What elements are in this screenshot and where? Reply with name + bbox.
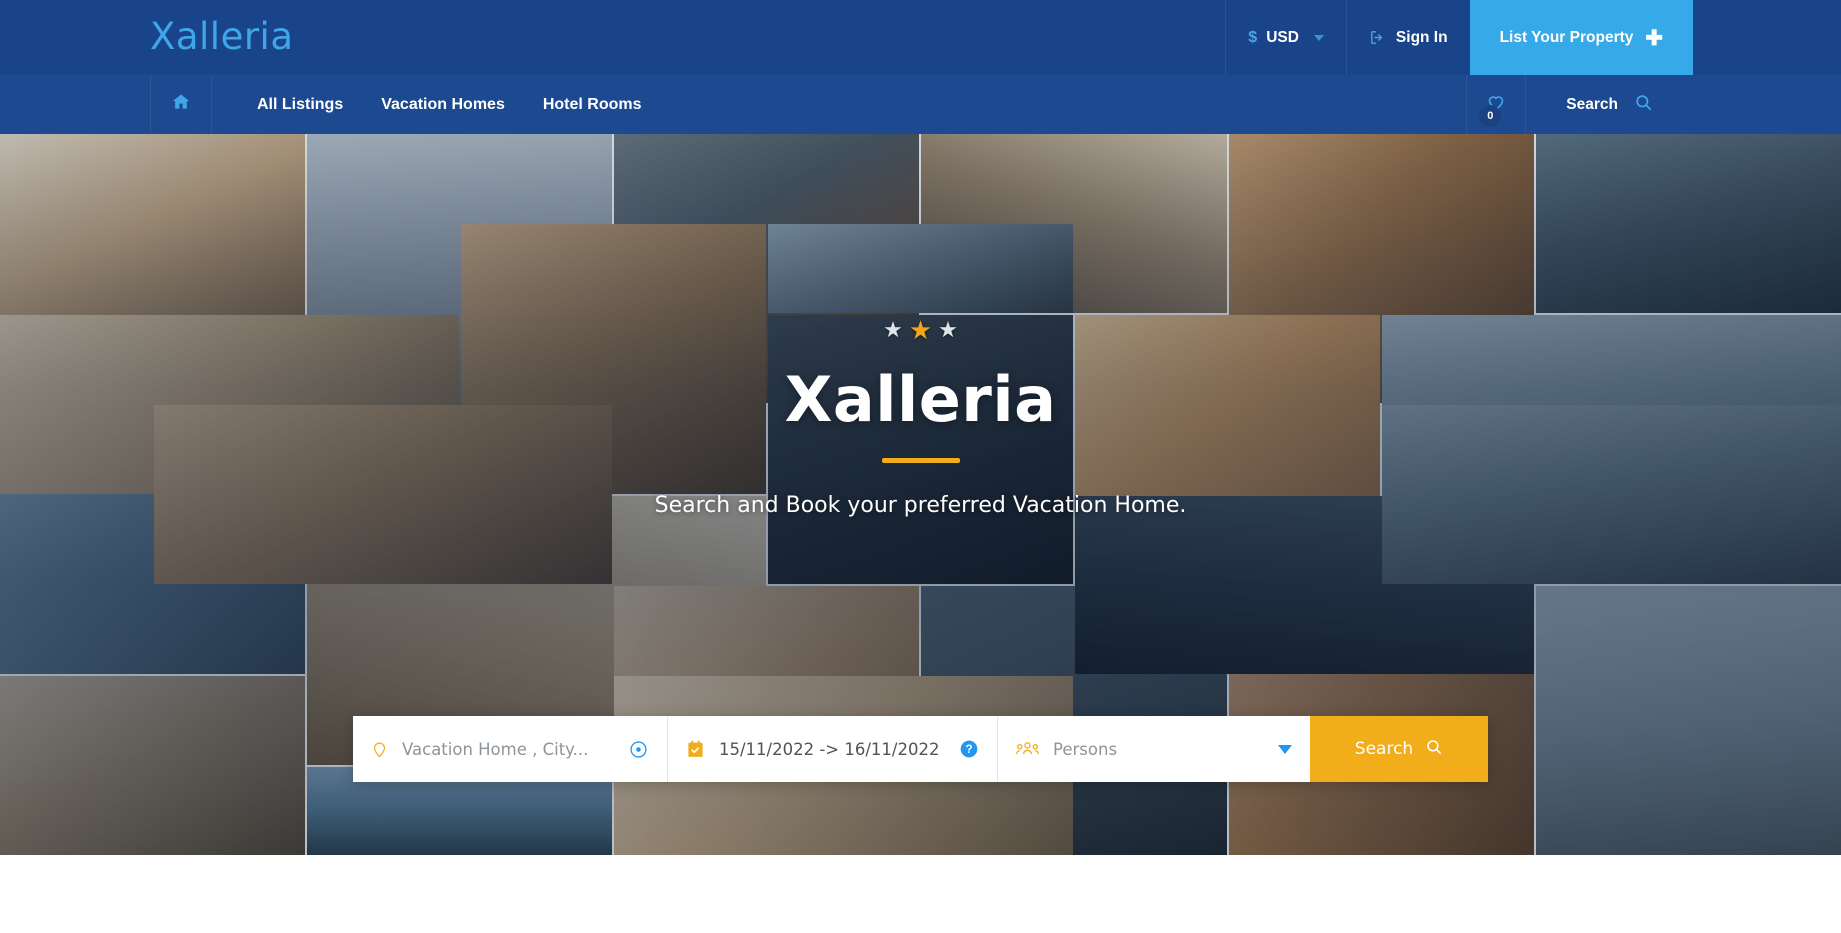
nav-link-hotel-rooms[interactable]: Hotel Rooms [524,75,661,134]
nav-link-vacation-homes[interactable]: Vacation Homes [362,75,524,134]
plus-icon: ✚ [1645,27,1663,50]
persons-select[interactable]: Persons [1053,740,1117,759]
list-property-label: List Your Property [1499,28,1634,46]
nav-bar: All Listings Vacation Homes Hotel Rooms … [0,75,1841,134]
star-icon: ★ [883,317,903,342]
nav-links: All Listings Vacation Homes Hotel Rooms [212,75,661,134]
nav-left-pad [0,75,150,134]
star-icon: ★ [938,317,958,342]
hero-section: ★ ★ ★ Xalleria Search and Book your pref… [0,134,1841,855]
below-fold-section [0,855,1841,933]
crosshair-locate-icon[interactable] [628,739,649,760]
sign-in-label: Sign In [1395,28,1448,46]
nav-search-label: Search [1566,95,1618,113]
question-circle-icon[interactable]: ? [959,739,979,759]
nav-home-button[interactable] [150,75,212,134]
map-pin-icon [371,739,388,760]
favorites-button[interactable]: 0 [1466,75,1527,134]
people-group-icon [1016,740,1039,758]
topbar-end-pad [1693,0,1841,75]
destination-field[interactable]: Vacation Home , City... [353,716,668,782]
star-icon: ★ [908,315,933,345]
svg-text:?: ? [965,743,972,756]
hero-title-underline [881,458,960,463]
search-widget: Vacation Home , City... 15/11/2022 -> 16… [353,716,1488,782]
list-your-property-button[interactable]: List Your Property ✚ [1469,0,1693,75]
search-icon [1425,738,1443,761]
sign-in-button[interactable]: Sign In [1345,0,1470,75]
nav-right-pad [1693,75,1841,134]
date-range-value[interactable]: 15/11/2022 -> 16/11/2022 [719,740,939,759]
calendar-check-icon [686,739,705,759]
destination-input[interactable]: Vacation Home , City... [402,740,588,759]
currency-label: USD [1266,28,1299,46]
brand-area [0,0,150,75]
sign-in-icon [1369,29,1386,46]
persons-field[interactable]: Persons [998,716,1310,782]
currency-selector[interactable]: $ USD [1225,0,1346,75]
search-submit-label: Search [1354,739,1414,759]
home-icon [171,92,191,117]
nav-search-button[interactable]: Search [1526,75,1693,134]
page-root: $ USD Sign In List Your Property ✚ Xalle… [0,0,1841,933]
caret-down-icon[interactable] [1278,744,1292,754]
hero-star-rating: ★ ★ ★ [883,315,958,345]
favorites-count-badge: 0 [1479,105,1502,127]
dollar-sign-icon: $ [1248,28,1258,46]
search-icon [1634,93,1653,117]
hero-subtitle: Search and Book your preferred Vacation … [654,493,1187,518]
search-submit-button[interactable]: Search [1310,716,1488,782]
brand-logo[interactable]: Xalleria [150,18,294,55]
hero-title: Xalleria [784,363,1057,436]
chevron-down-icon [1313,34,1324,41]
nav-link-all-listings[interactable]: All Listings [238,75,362,134]
date-range-field[interactable]: 15/11/2022 -> 16/11/2022 ? [668,716,998,782]
